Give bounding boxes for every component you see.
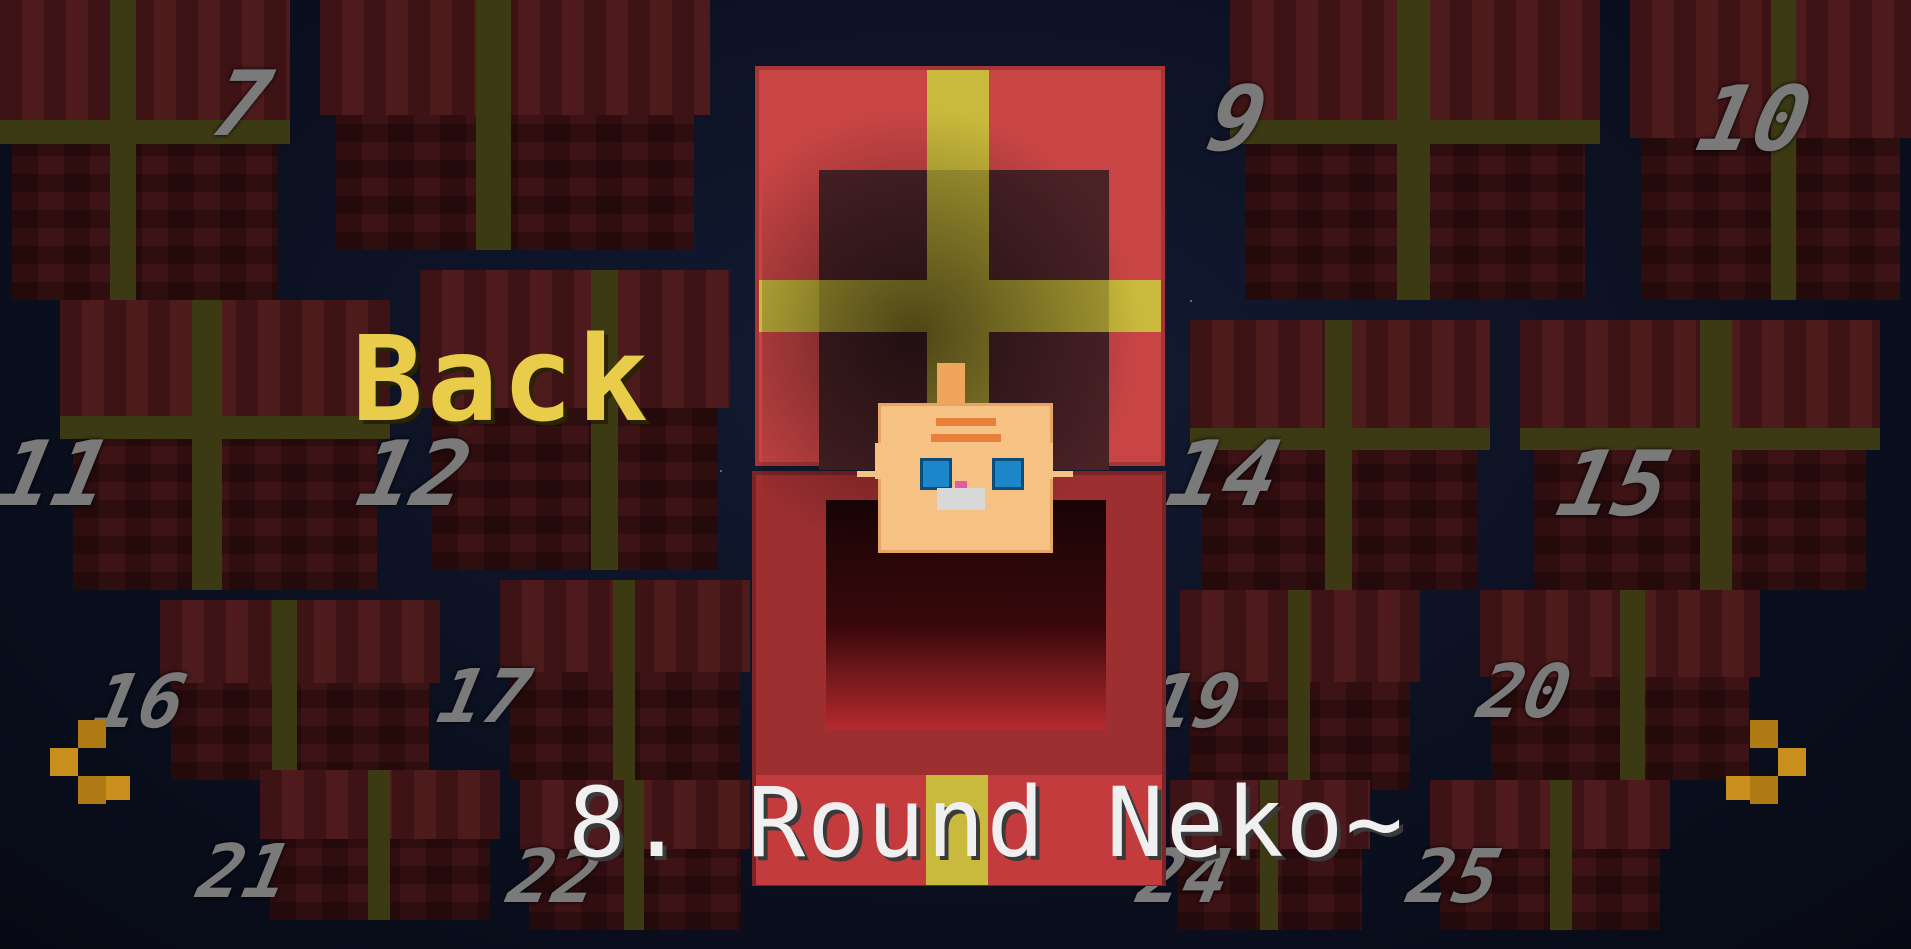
gift-number: 20: [1470, 649, 1579, 735]
gift-box-21[interactable]: [260, 770, 500, 920]
gift-box-16[interactable]: [160, 600, 440, 780]
gift-number: 15: [1548, 432, 1680, 537]
star: [1190, 300, 1192, 302]
game-scene: 7 9 10 11 12 14 15 16 17 19 20 21 22 24 …: [0, 0, 1911, 949]
gift-number: 21: [190, 829, 299, 915]
arrow-left-icon[interactable]: [50, 720, 130, 804]
gift-number: 10: [1688, 67, 1820, 172]
gift-box-9[interactable]: [1230, 0, 1600, 300]
gift-box-17[interactable]: [500, 580, 750, 780]
gift-number: 14: [1158, 422, 1290, 527]
neko-cat-figure: [857, 363, 1073, 563]
gift-number: 17: [430, 654, 539, 740]
gift-number: 25: [1400, 834, 1509, 920]
item-title: 8. Round Neko~: [568, 767, 1406, 879]
gift-number: 11: [0, 422, 120, 527]
arrow-right-icon[interactable]: [1726, 720, 1806, 804]
gift-box-7b: [320, 0, 710, 250]
back-button[interactable]: Back: [352, 320, 652, 438]
